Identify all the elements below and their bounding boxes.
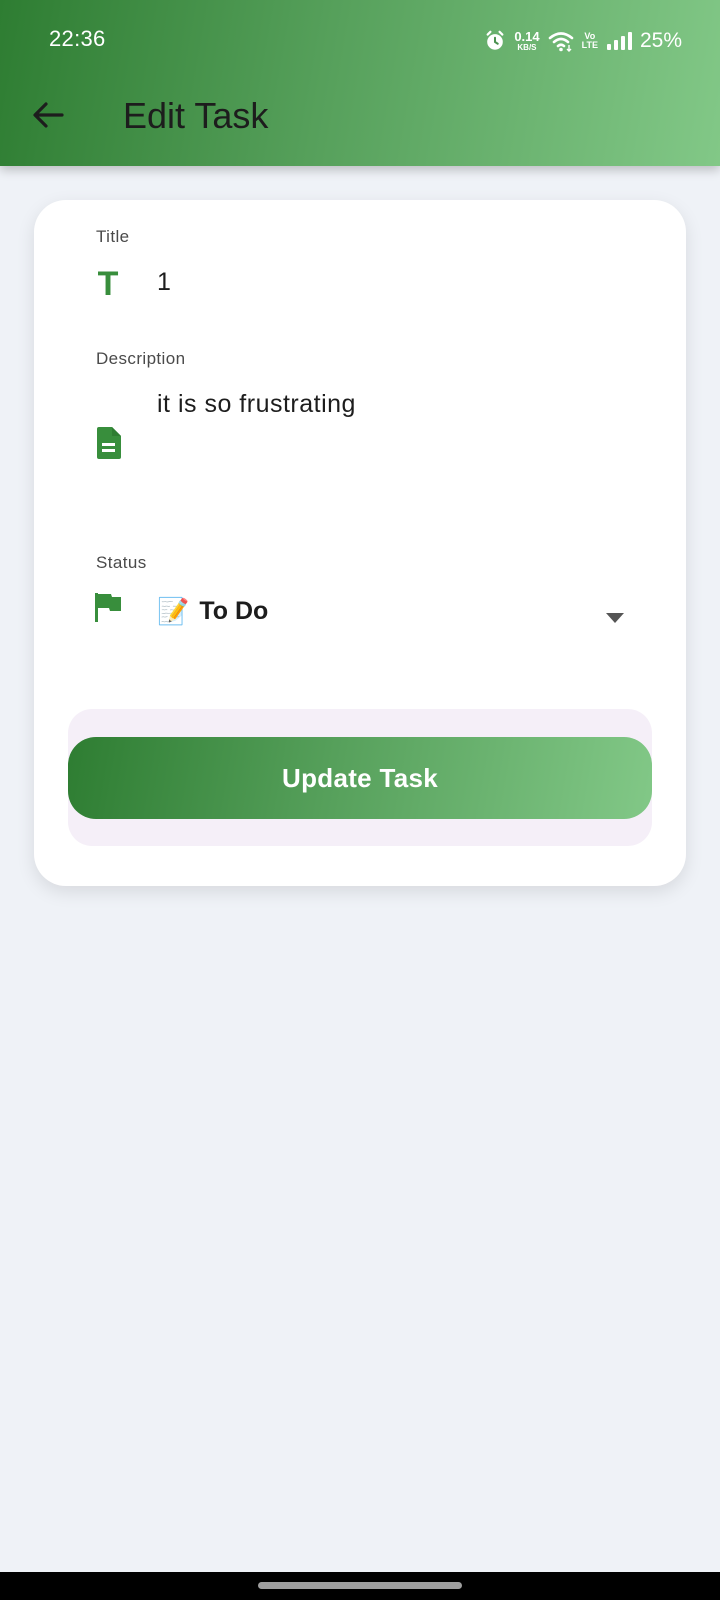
arrow-left-icon [32,101,64,134]
alarm-icon [484,30,506,52]
battery-percentage: 25% [639,29,682,52]
net-speed-value: 0.14 [514,29,540,44]
status-time: 22:36 [49,26,106,51]
title-label: Title [96,227,130,246]
description-input[interactable]: it is so frustrating [157,390,356,419]
title-input[interactable]: 1 [157,268,171,297]
title-t-icon: T [97,265,119,303]
volte-indicator: Vo LTE [582,32,598,50]
net-speed: 0.14 KB/S [514,30,539,52]
status-icons: 0.14 KB/S Vo LTE 25% [484,26,682,56]
memo-emoji-icon: 📝 [157,596,190,626]
page-title: Edit Task [123,95,269,136]
home-indicator[interactable] [258,1582,462,1589]
description-label: Description [96,349,186,368]
status-label: Status [96,553,147,572]
status-value: To Do [199,597,269,625]
signal-icon [606,31,632,51]
back-button[interactable] [28,97,68,137]
update-task-button[interactable]: Update Task [68,737,652,819]
app-header: 22:36 0.14 KB/S Vo LTE 25% Edit Task [0,0,720,166]
system-nav-bar [0,1572,720,1600]
dropdown-arrow-icon[interactable] [606,610,624,628]
document-icon [92,425,124,461]
update-button-container: Update Task [68,709,652,846]
flag-icon [92,589,124,625]
net-speed-unit: KB/S [517,43,537,52]
volte-bottom: LTE [581,40,598,50]
status-dropdown[interactable]: 📝 To Do [157,596,268,627]
wifi-icon [548,30,574,52]
edit-task-card: Title T 1 Description it is so frustrati… [34,200,686,886]
